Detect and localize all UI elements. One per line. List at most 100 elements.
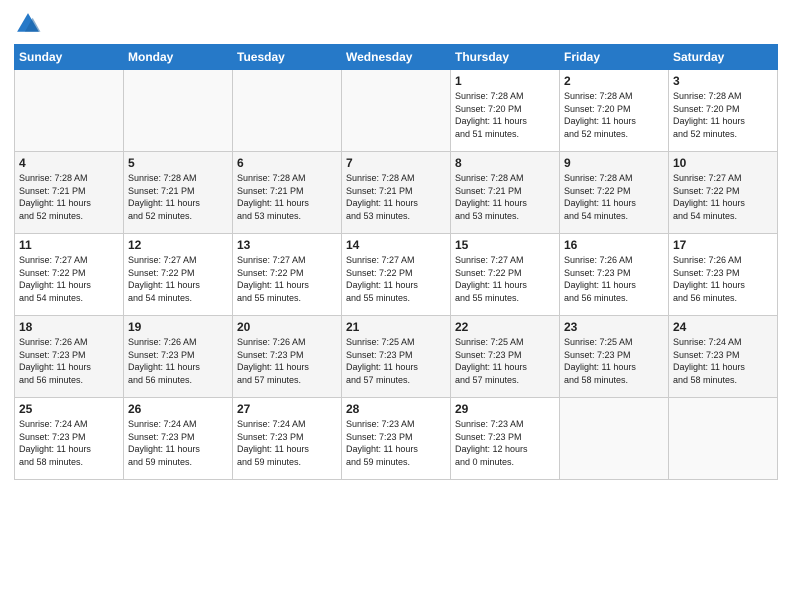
calendar-cell: 7 Sunrise: 7:28 AM Sunset: 7:21 PM Daylig… (342, 152, 451, 234)
calendar-cell: 14 Sunrise: 7:27 AM Sunset: 7:22 PM Dayli… (342, 234, 451, 316)
day-info: Sunrise: 7:24 AM Sunset: 7:23 PM Dayligh… (19, 418, 119, 468)
day-info: Sunrise: 7:27 AM Sunset: 7:22 PM Dayligh… (455, 254, 555, 304)
day-info: Sunrise: 7:28 AM Sunset: 7:21 PM Dayligh… (346, 172, 446, 222)
day-info: Sunrise: 7:24 AM Sunset: 7:23 PM Dayligh… (128, 418, 228, 468)
day-number: 27 (237, 402, 337, 416)
day-info: Sunrise: 7:27 AM Sunset: 7:22 PM Dayligh… (237, 254, 337, 304)
week-row-1: 1Sunrise: 7:28 AM Sunset: 7:20 PM Daylig… (15, 70, 778, 152)
day-info: Sunrise: 7:27 AM Sunset: 7:22 PM Dayligh… (128, 254, 228, 304)
logo-icon (14, 10, 42, 38)
calendar-cell (15, 70, 124, 152)
day-number: 11 (19, 238, 119, 252)
calendar-cell (669, 398, 778, 480)
day-info: Sunrise: 7:28 AM Sunset: 7:21 PM Dayligh… (237, 172, 337, 222)
day-info: Sunrise: 7:25 AM Sunset: 7:23 PM Dayligh… (346, 336, 446, 386)
calendar-cell (560, 398, 669, 480)
day-info: Sunrise: 7:24 AM Sunset: 7:23 PM Dayligh… (673, 336, 773, 386)
day-number: 10 (673, 156, 773, 170)
day-info: Sunrise: 7:28 AM Sunset: 7:20 PM Dayligh… (673, 90, 773, 140)
day-info: Sunrise: 7:23 AM Sunset: 7:23 PM Dayligh… (346, 418, 446, 468)
day-number: 29 (455, 402, 555, 416)
calendar-cell: 18 Sunrise: 7:26 AM Sunset: 7:23 PM Dayli… (15, 316, 124, 398)
weekday-header-row: SundayMondayTuesdayWednesdayThursdayFrid… (15, 45, 778, 70)
day-info: Sunrise: 7:25 AM Sunset: 7:23 PM Dayligh… (564, 336, 664, 386)
day-number: 8 (455, 156, 555, 170)
day-info: Sunrise: 7:28 AM Sunset: 7:20 PM Dayligh… (564, 90, 664, 140)
day-info: Sunrise: 7:28 AM Sunset: 7:21 PM Dayligh… (128, 172, 228, 222)
day-number: 15 (455, 238, 555, 252)
day-number: 26 (128, 402, 228, 416)
week-row-4: 18 Sunrise: 7:26 AM Sunset: 7:23 PM Dayli… (15, 316, 778, 398)
day-number: 25 (19, 402, 119, 416)
calendar-cell (233, 70, 342, 152)
calendar-cell: 17 Sunrise: 7:26 AM Sunset: 7:23 PM Dayli… (669, 234, 778, 316)
week-row-5: 25 Sunrise: 7:24 AM Sunset: 7:23 PM Dayli… (15, 398, 778, 480)
calendar-table: SundayMondayTuesdayWednesdayThursdayFrid… (14, 44, 778, 480)
day-number: 24 (673, 320, 773, 334)
calendar-cell: 2 Sunrise: 7:28 AM Sunset: 7:20 PM Daylig… (560, 70, 669, 152)
day-info: Sunrise: 7:27 AM Sunset: 7:22 PM Dayligh… (673, 172, 773, 222)
day-number: 12 (128, 238, 228, 252)
weekday-header-wednesday: Wednesday (342, 45, 451, 70)
day-info: Sunrise: 7:26 AM Sunset: 7:23 PM Dayligh… (237, 336, 337, 386)
calendar-cell: 16Sunrise: 7:26 AM Sunset: 7:23 PM Dayli… (560, 234, 669, 316)
calendar-cell: 6 Sunrise: 7:28 AM Sunset: 7:21 PM Daylig… (233, 152, 342, 234)
day-number: 23 (564, 320, 664, 334)
weekday-header-monday: Monday (124, 45, 233, 70)
page: Blue SundayMondayTuesdayWednesdayThursda… (0, 0, 792, 612)
day-info: Sunrise: 7:26 AM Sunset: 7:23 PM Dayligh… (673, 254, 773, 304)
calendar-cell: 15 Sunrise: 7:27 AM Sunset: 7:22 PM Dayli… (451, 234, 560, 316)
calendar-cell: 21 Sunrise: 7:25 AM Sunset: 7:23 PM Dayli… (342, 316, 451, 398)
header: Blue (14, 10, 778, 38)
week-row-3: 11 Sunrise: 7:27 AM Sunset: 7:22 PM Dayli… (15, 234, 778, 316)
day-info: Sunrise: 7:28 AM Sunset: 7:21 PM Dayligh… (455, 172, 555, 222)
week-row-2: 4 Sunrise: 7:28 AM Sunset: 7:21 PM Daylig… (15, 152, 778, 234)
day-number: 18 (19, 320, 119, 334)
calendar-cell: 25 Sunrise: 7:24 AM Sunset: 7:23 PM Dayli… (15, 398, 124, 480)
day-number: 20 (237, 320, 337, 334)
day-number: 2 (564, 74, 664, 88)
calendar-cell: 1Sunrise: 7:28 AM Sunset: 7:20 PM Daylig… (451, 70, 560, 152)
day-number: 13 (237, 238, 337, 252)
calendar-cell (342, 70, 451, 152)
calendar-cell: 12 Sunrise: 7:27 AM Sunset: 7:22 PM Dayli… (124, 234, 233, 316)
day-number: 7 (346, 156, 446, 170)
weekday-header-sunday: Sunday (15, 45, 124, 70)
day-number: 4 (19, 156, 119, 170)
calendar-cell: 22 Sunrise: 7:25 AM Sunset: 7:23 PM Dayli… (451, 316, 560, 398)
day-info: Sunrise: 7:24 AM Sunset: 7:23 PM Dayligh… (237, 418, 337, 468)
day-info: Sunrise: 7:27 AM Sunset: 7:22 PM Dayligh… (346, 254, 446, 304)
calendar-cell: 26 Sunrise: 7:24 AM Sunset: 7:23 PM Dayli… (124, 398, 233, 480)
calendar-cell: 23 Sunrise: 7:25 AM Sunset: 7:23 PM Dayli… (560, 316, 669, 398)
day-info: Sunrise: 7:26 AM Sunset: 7:23 PM Dayligh… (564, 254, 664, 304)
day-info: Sunrise: 7:28 AM Sunset: 7:22 PM Dayligh… (564, 172, 664, 222)
day-info: Sunrise: 7:25 AM Sunset: 7:23 PM Dayligh… (455, 336, 555, 386)
calendar-cell: 19Sunrise: 7:26 AM Sunset: 7:23 PM Dayli… (124, 316, 233, 398)
day-info: Sunrise: 7:26 AM Sunset: 7:23 PM Dayligh… (19, 336, 119, 386)
day-number: 9 (564, 156, 664, 170)
day-number: 28 (346, 402, 446, 416)
calendar-cell (124, 70, 233, 152)
logo: Blue (14, 10, 46, 38)
day-number: 21 (346, 320, 446, 334)
day-number: 6 (237, 156, 337, 170)
calendar-cell: 27 Sunrise: 7:24 AM Sunset: 7:23 PM Dayli… (233, 398, 342, 480)
day-info: Sunrise: 7:28 AM Sunset: 7:21 PM Dayligh… (19, 172, 119, 222)
day-number: 3 (673, 74, 773, 88)
weekday-header-saturday: Saturday (669, 45, 778, 70)
day-number: 19 (128, 320, 228, 334)
day-info: Sunrise: 7:27 AM Sunset: 7:22 PM Dayligh… (19, 254, 119, 304)
day-info: Sunrise: 7:23 AM Sunset: 7:23 PM Dayligh… (455, 418, 555, 468)
day-number: 5 (128, 156, 228, 170)
day-number: 17 (673, 238, 773, 252)
day-info: Sunrise: 7:28 AM Sunset: 7:20 PM Dayligh… (455, 90, 555, 140)
calendar-cell: 28 Sunrise: 7:23 AM Sunset: 7:23 PM Dayli… (342, 398, 451, 480)
calendar-cell: 10 Sunrise: 7:27 AM Sunset: 7:22 PM Dayli… (669, 152, 778, 234)
calendar-cell: 24 Sunrise: 7:24 AM Sunset: 7:23 PM Dayli… (669, 316, 778, 398)
weekday-header-thursday: Thursday (451, 45, 560, 70)
day-number: 14 (346, 238, 446, 252)
weekday-header-tuesday: Tuesday (233, 45, 342, 70)
day-number: 22 (455, 320, 555, 334)
calendar-cell: 9 Sunrise: 7:28 AM Sunset: 7:22 PM Daylig… (560, 152, 669, 234)
calendar-cell: 29 Sunrise: 7:23 AM Sunset: 7:23 PM Dayli… (451, 398, 560, 480)
